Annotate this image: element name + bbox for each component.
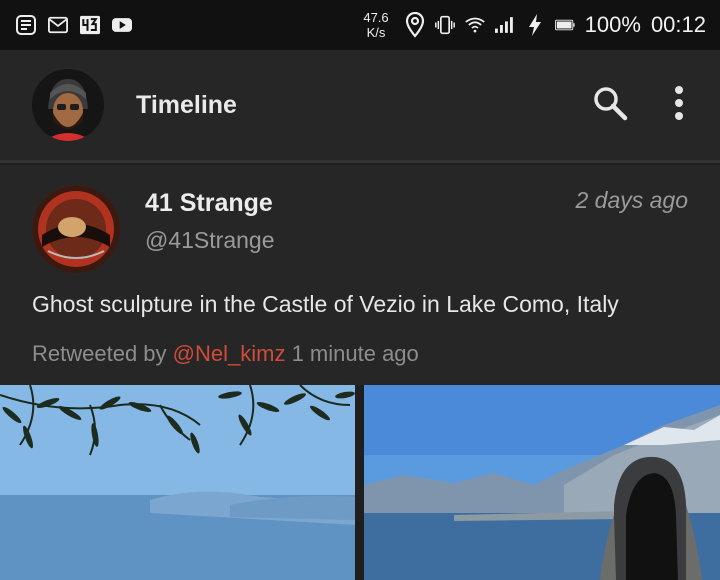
author-avatar[interactable] bbox=[32, 185, 120, 273]
notes-icon bbox=[16, 15, 36, 35]
network-speed: 47.6 K/s bbox=[363, 10, 388, 40]
battery-icon bbox=[554, 15, 575, 35]
network-speed-unit: K/s bbox=[366, 25, 386, 40]
network-speed-value: 47.6 bbox=[363, 10, 389, 25]
tweet-timestamp: 2 days ago bbox=[575, 187, 688, 213]
location-icon bbox=[405, 12, 425, 38]
tweet-card[interactable]: 41 Strange @41Strange 2 days ago Ghost s… bbox=[0, 165, 720, 385]
vibrate-icon bbox=[434, 15, 455, 35]
notification-icons bbox=[16, 15, 132, 35]
page-title: Timeline bbox=[136, 90, 237, 119]
retweet-time: 1 minute ago bbox=[291, 341, 419, 366]
app-43-icon bbox=[80, 15, 100, 35]
retweet-info: Retweeted by @Nel_kimz 1 minute ago bbox=[32, 341, 419, 367]
tweet-photo-lake-branches[interactable] bbox=[0, 385, 355, 580]
status-bar: 47.6 K/s 100% 00:12 bbox=[0, 0, 720, 50]
retweeter-handle[interactable]: @Nel_kimz bbox=[173, 341, 286, 366]
charging-icon bbox=[525, 14, 545, 36]
author-handle[interactable]: @41Strange bbox=[145, 227, 275, 254]
app-bar: Timeline bbox=[0, 50, 720, 163]
overflow-menu-button[interactable] bbox=[674, 85, 684, 126]
user-avatar[interactable] bbox=[32, 69, 104, 141]
tweet-text: Ghost sculpture in the Castle of Vezio i… bbox=[32, 291, 619, 317]
gmail-icon bbox=[48, 15, 68, 35]
wifi-icon bbox=[464, 15, 485, 35]
search-button[interactable] bbox=[592, 85, 628, 126]
battery-percent: 100% bbox=[584, 12, 641, 37]
signal-icon bbox=[494, 15, 515, 35]
retweeted-by-label: Retweeted by bbox=[32, 341, 167, 366]
youtube-icon bbox=[112, 15, 132, 35]
more-vertical-icon bbox=[674, 85, 684, 126]
author-name[interactable]: 41 Strange bbox=[145, 189, 273, 218]
tweet-photo-ghost-sculpture[interactable] bbox=[364, 385, 720, 580]
clock: 00:12 bbox=[650, 12, 706, 37]
app-bar-actions bbox=[592, 85, 684, 126]
search-icon bbox=[592, 85, 628, 126]
system-icons: 47.6 K/s 100% 00:12 bbox=[363, 10, 706, 40]
tweet-media bbox=[0, 385, 720, 580]
